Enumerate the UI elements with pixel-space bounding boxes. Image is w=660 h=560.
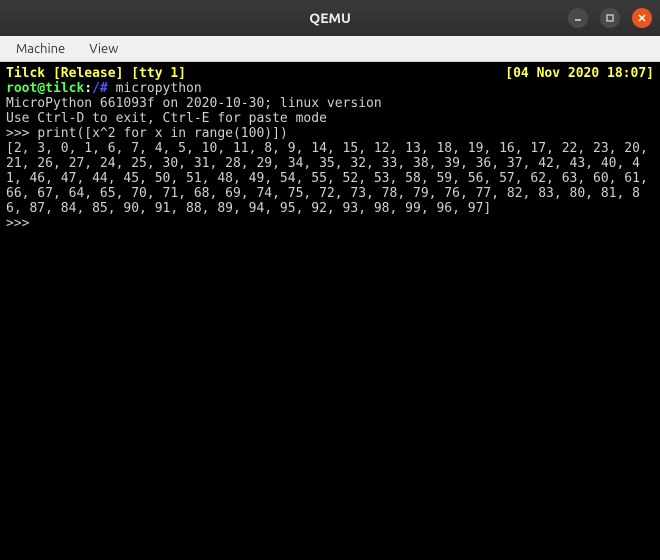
command-text: micropython xyxy=(108,81,202,96)
terminal[interactable]: Tilck [Release] [tty 1] [04 Nov 2020 18:0… xyxy=(0,62,660,560)
status-right: [04 Nov 2020 18:07] xyxy=(505,66,654,81)
window-title: QEMU xyxy=(309,10,351,26)
menu-view[interactable]: View xyxy=(77,36,130,61)
mp-banner: MicroPython 661093f on 2020-10-30; linux… xyxy=(6,96,654,111)
prompt-sep: : xyxy=(84,81,92,96)
titlebar[interactable]: QEMU xyxy=(0,0,660,36)
maximize-icon xyxy=(605,13,615,23)
repl-prompt: >>> xyxy=(6,126,37,141)
repl-prompt-empty: >>> xyxy=(6,216,654,231)
minimize-button[interactable] xyxy=(568,8,588,28)
close-icon xyxy=(637,13,647,23)
menubar: Machine View xyxy=(0,36,660,62)
maximize-button[interactable] xyxy=(600,8,620,28)
menu-machine[interactable]: Machine xyxy=(4,36,77,61)
window-controls xyxy=(568,8,652,28)
close-button[interactable] xyxy=(632,8,652,28)
minimize-icon xyxy=(573,13,583,23)
prompt-path: /# xyxy=(92,81,108,96)
mp-hint: Use Ctrl-D to exit, Ctrl-E for paste mod… xyxy=(6,111,654,126)
repl-input: print([x^2 for x in range(100)]) xyxy=(37,126,287,141)
status-left: Tilck [Release] [tty 1] xyxy=(6,66,186,81)
repl-output: [2, 3, 0, 1, 6, 7, 4, 5, 10, 11, 8, 9, 1… xyxy=(6,141,654,216)
prompt-user: root@tilck xyxy=(6,81,84,96)
app-window: QEMU Machine View Tilck [Release] [tty 1… xyxy=(0,0,660,560)
